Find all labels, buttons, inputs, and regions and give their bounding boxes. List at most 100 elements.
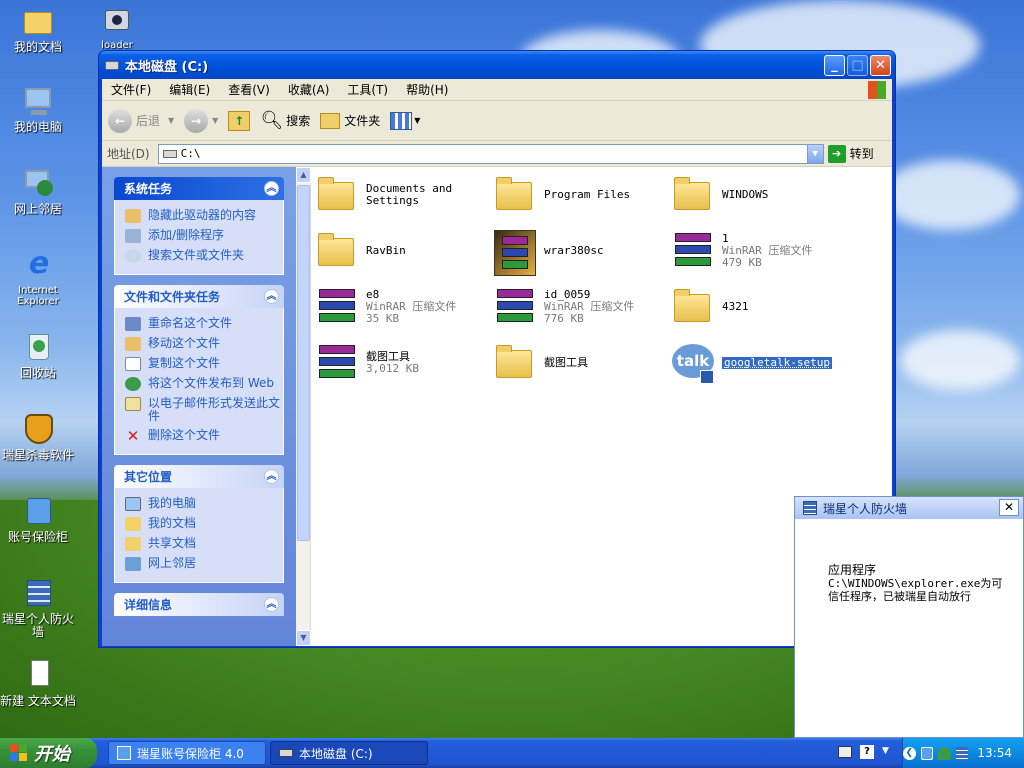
task-add-remove[interactable]: 添加/删除程序 <box>125 226 283 246</box>
maximize-button[interactable]: □ <box>847 55 868 76</box>
lion-shield-icon <box>21 412 55 446</box>
start-button[interactable]: 开始 <box>0 738 97 768</box>
file-item[interactable]: e8 WinRAR 压缩文件 35 KB <box>316 283 491 331</box>
desktop-icon-new-text[interactable]: 新建 文本文档 <box>0 658 78 708</box>
scroll-down-button[interactable]: ▼ <box>296 630 311 646</box>
task-email[interactable]: 以电子邮件形式发送此文件 <box>125 394 283 426</box>
details-header[interactable]: 详细信息 ︽ <box>114 593 284 616</box>
desktop-icon-network[interactable]: 网上邻居 <box>0 166 78 216</box>
minimize-button[interactable]: _ <box>824 55 845 76</box>
umbrella-tray-icon[interactable] <box>938 746 951 760</box>
address-dropdown[interactable]: ▼ <box>806 144 823 163</box>
file-item[interactable]: 截图工具 3,012 KB <box>316 339 491 387</box>
desktop-icon-firewall[interactable]: 瑞星个人防火墙 <box>0 576 78 639</box>
place-shared-documents[interactable]: 共享文档 <box>125 534 283 554</box>
task-publish-web[interactable]: 将这个文件发布到 Web <box>125 374 283 394</box>
search-button[interactable]: 🔍︎ 搜索 <box>260 110 310 131</box>
address-input[interactable]: C:\ ▼ <box>157 143 824 164</box>
folders-button[interactable]: 文件夹 <box>320 112 380 129</box>
title-bar[interactable]: 本地磁盘 (C:) _ □ ✕ <box>99 51 895 79</box>
keyboard-icon[interactable] <box>838 746 852 758</box>
task-label: 删除这个文件 <box>148 428 221 442</box>
up-button[interactable]: ↑ <box>228 110 251 131</box>
task-search[interactable]: 搜索文件或文件夹 <box>125 246 283 266</box>
file-item[interactable]: id_0059 WinRAR 压缩文件 776 KB <box>494 283 669 331</box>
back-button[interactable]: ← 后退 ▼ <box>108 108 175 133</box>
menu-tools[interactable]: 工具(T) <box>338 81 397 98</box>
file-item[interactable]: Documents and Settings <box>316 171 491 219</box>
system-tasks-header[interactable]: 系统任务 ︽ <box>114 177 284 200</box>
account-safe-tray-icon[interactable] <box>920 746 934 760</box>
task-move[interactable]: 移动这个文件 <box>125 334 283 354</box>
file-tasks-header[interactable]: 文件和文件夹任务 ︽ <box>114 285 284 308</box>
dropdown-arrow-icon: ▼ <box>212 116 219 125</box>
firewall-tray-icon[interactable] <box>955 746 969 760</box>
file-item[interactable]: WINDOWS <box>672 171 847 219</box>
collapse-icon[interactable]: ︽ <box>264 469 279 484</box>
desktop-icon-my-documents[interactable]: 我的文档 <box>0 4 78 54</box>
menu-view[interactable]: 查看(V) <box>219 81 279 98</box>
place-my-documents[interactable]: 我的文档 <box>125 514 283 534</box>
place-label: 网上邻居 <box>148 556 197 570</box>
task-rename[interactable]: 重命名这个文件 <box>125 314 283 334</box>
views-button[interactable]: ▼ <box>390 111 420 130</box>
file-item[interactable]: 4321 <box>672 283 847 331</box>
task-account-safe[interactable]: 瑞星账号保险柜 4.0 <box>108 741 266 765</box>
file-name: Documents and Settings <box>366 182 453 207</box>
desktop-icon-rising-antivirus[interactable]: 瑞星杀毒软件 <box>0 412 78 462</box>
dropdown-arrow-icon: ▼ <box>168 116 175 125</box>
place-network[interactable]: 网上邻居 <box>125 554 283 574</box>
file-name: RavBin <box>366 244 406 257</box>
vertical-scrollbar[interactable]: ▲ ▼ <box>296 167 311 646</box>
file-item[interactable]: wrar380sc <box>494 227 669 276</box>
file-item[interactable]: Program Files <box>494 171 669 219</box>
folder-icon <box>494 342 536 384</box>
search-icon <box>125 249 141 263</box>
place-label: 共享文档 <box>148 536 197 550</box>
task-hide-drive[interactable]: 隐藏此驱动器的内容 <box>125 206 283 226</box>
menu-file[interactable]: 文件(F) <box>102 81 160 98</box>
other-places-header[interactable]: 其它位置 ︽ <box>114 465 284 488</box>
desktop-icon-account-safe[interactable]: 账号保险柜 <box>0 494 78 544</box>
task-copy[interactable]: 复制这个文件 <box>125 354 283 374</box>
desktop-icon-loader[interactable]: loader <box>77 2 157 52</box>
help-icon[interactable]: ? <box>860 745 874 759</box>
add-remove-icon <box>125 229 141 243</box>
forward-button[interactable]: → ▼ <box>184 108 219 133</box>
scroll-thumb[interactable] <box>297 185 310 541</box>
collapse-icon[interactable]: ︽ <box>264 181 279 196</box>
desktop-icon-my-computer[interactable]: 我的电脑 <box>0 84 78 134</box>
place-my-computer[interactable]: 我的电脑 <box>125 494 283 514</box>
menu-favorites[interactable]: 收藏(A) <box>279 81 339 98</box>
file-item[interactable]: 1 WinRAR 压缩文件 479 KB <box>672 227 847 275</box>
expand-icon[interactable]: ︽ <box>264 597 279 612</box>
desktop-icon-ie[interactable]: e Internet Explorer <box>0 248 78 308</box>
tray-expand-icon[interactable]: ❮ <box>903 746 916 760</box>
close-button[interactable]: ✕ <box>870 55 891 76</box>
firewall-header: 瑞星个人防火墙 <box>795 497 1023 519</box>
desktop-icon-recycle-bin[interactable]: 回收站 <box>0 330 78 380</box>
folders-icon <box>320 112 341 129</box>
copy-icon <box>125 357 141 371</box>
menu-help[interactable]: 帮助(H) <box>397 81 457 98</box>
file-item[interactable]: RavBin <box>316 227 491 275</box>
desktop-icon-label: 我的电脑 <box>13 120 62 134</box>
firewall-close-button[interactable]: ✕ <box>999 499 1019 516</box>
folder-up-icon: ↑ <box>228 110 251 131</box>
menu-edit[interactable]: 编辑(E) <box>160 81 219 98</box>
collapse-icon[interactable]: ︽ <box>264 289 279 304</box>
window-title: 本地磁盘 (C:) <box>125 59 209 75</box>
file-size: 3,012 KB <box>366 362 419 375</box>
desktop-icon-label: 网上邻居 <box>13 202 62 216</box>
go-label: 转到 <box>849 147 874 161</box>
file-item[interactable]: 截图工具 <box>494 339 669 387</box>
system-tray: ❮ 13:54 <box>902 738 1024 768</box>
firewall-icon <box>21 576 55 610</box>
firewall-line2: C:\WINDOWS\explorer.exe为可信任程序，已被瑞星自动放行 <box>828 577 1003 603</box>
firewall-notification: 瑞星个人防火墙 ✕ 应用程序 C:\WINDOWS\explorer.exe为可… <box>794 496 1024 738</box>
file-item-selected[interactable]: talk googletalk-setup <box>672 339 847 387</box>
scroll-up-button[interactable]: ▲ <box>296 167 311 183</box>
task-delete[interactable]: ✕ 删除这个文件 <box>125 426 283 446</box>
go-button[interactable]: ➔ 转到 <box>827 144 874 163</box>
task-local-disk[interactable]: 本地磁盘 (C:) <box>270 741 428 765</box>
